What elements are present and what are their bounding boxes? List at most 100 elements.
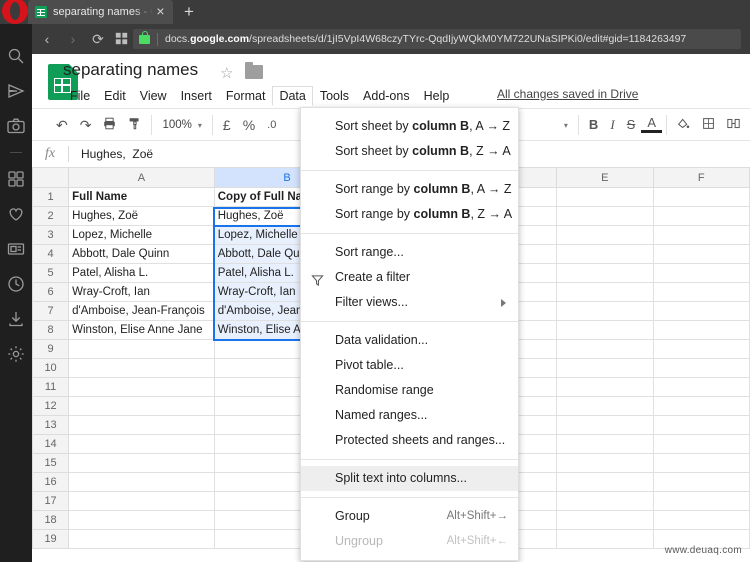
print-icon[interactable] xyxy=(97,109,122,141)
percent-button[interactable]: % xyxy=(237,109,261,141)
table-cell[interactable] xyxy=(653,397,749,416)
table-cell[interactable] xyxy=(69,397,215,416)
table-cell[interactable]: Wray-Croft, Ian xyxy=(69,283,215,302)
folder-icon[interactable] xyxy=(245,65,263,79)
save-status[interactable]: All changes saved in Drive xyxy=(497,87,638,101)
menu-view[interactable]: View xyxy=(133,86,174,106)
table-cell[interactable]: Abbott, Dale Quinn xyxy=(69,245,215,264)
table-cell[interactable] xyxy=(557,226,653,245)
row-header[interactable]: 13 xyxy=(33,416,69,435)
table-cell[interactable] xyxy=(557,245,653,264)
menu-item-sort-range-za[interactable]: Sort range by column B, Z → A xyxy=(301,202,518,227)
menu-item-sort-range-az[interactable]: Sort range by column B, A → Z xyxy=(301,177,518,202)
table-cell[interactable] xyxy=(557,378,653,397)
menu-item-randomise-range[interactable]: Randomise range xyxy=(301,378,518,403)
borders-icon[interactable] xyxy=(696,109,721,141)
reload-icon[interactable]: ⟳ xyxy=(89,30,107,48)
menu-item-sort-sheet-za[interactable]: Sort sheet by column B, Z → A xyxy=(301,139,518,164)
table-cell[interactable] xyxy=(557,454,653,473)
table-cell[interactable] xyxy=(557,302,653,321)
menu-data[interactable]: Data xyxy=(272,86,312,106)
table-cell[interactable] xyxy=(557,530,653,549)
browser-tab[interactable]: separating names - Google Sheets × xyxy=(28,0,173,24)
table-cell[interactable] xyxy=(653,302,749,321)
news-icon[interactable] xyxy=(6,239,26,259)
history-icon[interactable] xyxy=(6,274,26,294)
downloads-icon[interactable] xyxy=(6,309,26,329)
menu-item-named-ranges[interactable]: Named ranges... xyxy=(301,403,518,428)
search-icon[interactable] xyxy=(6,46,26,66)
table-cell[interactable] xyxy=(653,207,749,226)
strikethrough-button[interactable]: S xyxy=(621,109,642,141)
table-cell[interactable] xyxy=(557,473,653,492)
table-cell[interactable] xyxy=(69,340,215,359)
new-tab-button[interactable]: + xyxy=(180,3,198,21)
extensions-icon[interactable] xyxy=(6,169,26,189)
table-cell[interactable] xyxy=(557,321,653,340)
menu-item-protected-sheets-and-ranges[interactable]: Protected sheets and ranges... xyxy=(301,428,518,453)
row-header[interactable]: 7 xyxy=(33,302,69,321)
address-bar[interactable]: docs.google.com/spreadsheets/d/1jI5VpI4W… xyxy=(133,29,741,49)
data-menu-dropdown[interactable]: Sort sheet by column B, A → ZSort sheet … xyxy=(300,107,519,561)
table-cell[interactable] xyxy=(69,378,215,397)
menu-item-sort-range[interactable]: Sort range... xyxy=(301,240,518,265)
select-all-corner[interactable] xyxy=(33,168,69,188)
table-cell[interactable] xyxy=(557,359,653,378)
page-title[interactable]: separating names xyxy=(63,60,198,80)
bold-button[interactable]: B xyxy=(583,109,604,141)
italic-button[interactable]: I xyxy=(604,109,620,141)
table-cell[interactable] xyxy=(653,264,749,283)
table-cell[interactable] xyxy=(653,188,749,207)
formula-input[interactable]: Hughes, Zoë xyxy=(81,147,153,161)
decimal-decrease-button[interactable]: .0 xyxy=(261,109,282,141)
menu-format[interactable]: Format xyxy=(219,86,273,106)
menu-item-pivot-table[interactable]: Pivot table... xyxy=(301,353,518,378)
speed-dial-icon[interactable] xyxy=(112,30,130,48)
table-cell[interactable] xyxy=(653,283,749,302)
table-cell[interactable] xyxy=(653,340,749,359)
column-header-e[interactable]: E xyxy=(557,168,653,188)
row-header[interactable]: 2 xyxy=(33,207,69,226)
table-cell[interactable]: Patel, Alisha L. xyxy=(69,264,215,283)
table-cell[interactable] xyxy=(557,207,653,226)
row-header[interactable]: 9 xyxy=(33,340,69,359)
row-header[interactable]: 18 xyxy=(33,511,69,530)
text-color-button[interactable]: A xyxy=(641,116,662,133)
table-cell[interactable] xyxy=(69,454,215,473)
table-cell[interactable]: Full Name xyxy=(69,188,215,207)
table-cell[interactable] xyxy=(69,435,215,454)
row-header[interactable]: 6 xyxy=(33,283,69,302)
table-cell[interactable] xyxy=(557,435,653,454)
fill-color-icon[interactable] xyxy=(671,109,696,141)
table-cell[interactable] xyxy=(69,530,215,549)
forward-icon[interactable]: › xyxy=(64,30,82,48)
zoom-level[interactable]: 100% xyxy=(156,119,197,131)
undo-icon[interactable]: ↶ xyxy=(50,109,74,141)
menu-item-group[interactable]: GroupAlt+Shift+→ xyxy=(301,504,518,529)
menu-add-ons[interactable]: Add-ons xyxy=(356,86,417,106)
table-cell[interactable] xyxy=(653,359,749,378)
table-cell[interactable] xyxy=(653,245,749,264)
row-header[interactable]: 19 xyxy=(33,530,69,549)
table-cell[interactable] xyxy=(69,492,215,511)
star-icon[interactable]: ☆ xyxy=(220,64,233,82)
row-header[interactable]: 1 xyxy=(33,188,69,207)
table-cell[interactable] xyxy=(557,340,653,359)
column-header-a[interactable]: A xyxy=(69,168,215,188)
row-header[interactable]: 8 xyxy=(33,321,69,340)
table-cell[interactable] xyxy=(557,188,653,207)
snapshot-icon[interactable] xyxy=(6,116,26,136)
row-header[interactable]: 11 xyxy=(33,378,69,397)
table-cell[interactable] xyxy=(557,397,653,416)
redo-icon[interactable]: ↷ xyxy=(74,109,98,141)
paint-format-icon[interactable] xyxy=(122,109,147,141)
menu-item-create-a-filter[interactable]: Create a filter xyxy=(301,265,518,290)
merge-cells-icon[interactable] xyxy=(721,109,746,141)
table-cell[interactable] xyxy=(69,511,215,530)
settings-icon[interactable] xyxy=(6,344,26,364)
menu-tools[interactable]: Tools xyxy=(313,86,356,106)
table-cell[interactable] xyxy=(653,416,749,435)
menu-item-sort-sheet-az[interactable]: Sort sheet by column B, A → Z xyxy=(301,114,518,139)
table-cell[interactable] xyxy=(653,226,749,245)
table-cell[interactable] xyxy=(653,492,749,511)
